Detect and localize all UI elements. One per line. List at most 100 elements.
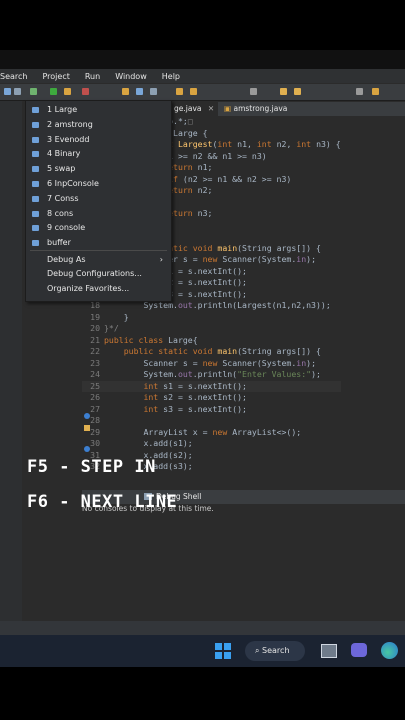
new-class-icon[interactable] — [122, 88, 129, 95]
package-explorer — [0, 101, 22, 621]
back-icon[interactable] — [280, 88, 287, 95]
run-history-item[interactable]: 3 Evenodd — [26, 133, 171, 147]
breakpoint-icon[interactable] — [84, 413, 90, 419]
code-line: 19 } — [82, 312, 341, 324]
code-text: Scanner s = new Scanner(System.in); — [143, 357, 317, 368]
code-line: 23 Scanner s = new Scanner(System.in); — [82, 358, 341, 370]
java-app-icon — [32, 107, 39, 113]
toolbar — [0, 84, 405, 101]
search-icon: ⌕ — [255, 646, 260, 655]
overlay-f6-next-line: F6 - NEXT LINE — [27, 492, 178, 512]
console-view[interactable]: No consoles to display at this time. — [82, 504, 405, 621]
code-text: }*/ — [104, 323, 119, 333]
java-app-icon — [32, 121, 39, 128]
menu-search[interactable]: Search — [0, 72, 27, 81]
run-history-item[interactable]: 5 swap — [26, 162, 171, 176]
menu-help[interactable]: Help — [162, 72, 180, 81]
code-line: 30 x.add(s1); — [82, 438, 341, 450]
java-app-icon — [32, 225, 39, 232]
code-line: 27 int s3 = s.nextInt(); — [82, 404, 341, 416]
run-icon[interactable] — [50, 88, 57, 95]
menu-item-label: 1 Large — [47, 105, 78, 114]
organize-favorites-item[interactable]: Organize Favorites... — [26, 282, 171, 296]
debug-icon[interactable] — [30, 88, 37, 95]
save-icon[interactable] — [14, 88, 21, 95]
menu-item-label: Debug As — [47, 255, 86, 264]
line-number: 24 — [90, 369, 100, 379]
menu-project[interactable]: Project — [42, 72, 69, 81]
menu-item-label: Debug Configurations... — [47, 269, 142, 278]
search-tool-icon[interactable] — [150, 88, 157, 95]
code-line: 28 — [82, 415, 341, 427]
run-history-item[interactable]: 2 amstrong — [26, 118, 171, 132]
code-text: int s1 = s.nextInt(); — [143, 380, 247, 391]
breakpoint-icon[interactable] — [84, 446, 90, 452]
coverage-icon[interactable] — [64, 88, 71, 95]
line-number: 22 — [90, 346, 100, 356]
code-line: 22 public static void main(String args[]… — [82, 346, 341, 358]
java-app-icon — [32, 136, 39, 143]
debug-configurations-item[interactable]: Debug Configurations... — [26, 267, 171, 281]
menu-window[interactable]: Window — [115, 72, 147, 81]
run-history-item[interactable]: buffer — [26, 236, 171, 250]
tab-amstrong[interactable]: ▣ amstrong.java — [220, 102, 291, 116]
close-icon[interactable]: ✕ — [208, 104, 214, 113]
overlay-f5-step-in: F5 - STEP IN — [27, 457, 156, 477]
run-history-item[interactable]: 1 Large — [26, 103, 171, 117]
run-history-item[interactable]: 7 Conss — [26, 192, 171, 206]
debug-as-item[interactable]: Debug As › — [26, 253, 171, 267]
java-app-icon — [32, 151, 39, 158]
menu-item-label: 3 Evenodd — [47, 134, 90, 144]
code-text: ArrayList x = new ArrayList<>(); — [143, 426, 302, 437]
annotation-icon[interactable] — [176, 88, 183, 95]
chat-icon[interactable] — [351, 643, 367, 657]
windows-taskbar: ⌕ Search — [0, 635, 405, 667]
java-perspective-icon[interactable] — [372, 88, 379, 95]
java-app-icon — [32, 210, 39, 217]
new-icon[interactable] — [4, 88, 11, 95]
eclipse-window: Search Project Run Window Help ge.java ✕… — [0, 50, 405, 667]
java-file-icon: ▣ — [224, 104, 232, 113]
line-number: 20 — [90, 323, 100, 333]
search-label: Search — [262, 646, 290, 655]
forward-icon[interactable] — [294, 88, 301, 95]
pin-icon[interactable] — [250, 88, 257, 95]
code-line: 21 public class Large{ — [82, 335, 341, 347]
code-text: } — [123, 311, 129, 322]
run-history-item[interactable]: 9 console — [26, 221, 171, 235]
run-history-item[interactable]: 6 InpConsole — [26, 177, 171, 191]
next-annotation-icon[interactable] — [190, 88, 197, 95]
menu-item-label: 4 Binary — [47, 149, 81, 159]
code-text: System.out.println("Enter Values:"); — [143, 369, 321, 379]
open-type-icon[interactable] — [136, 88, 143, 95]
line-number: 26 — [90, 392, 100, 402]
menu-item-label: 8 cons — [47, 208, 74, 218]
line-number: 21 — [90, 334, 100, 345]
warning-icon — [84, 425, 90, 431]
tab-label: ge.java — [174, 104, 202, 113]
menu-item-label: 7 Conss — [47, 193, 79, 203]
task-view-icon[interactable] — [321, 644, 337, 658]
line-number: 23 — [90, 357, 100, 368]
run-menu: Debug As › Debug Configurations... Organ… — [25, 100, 172, 302]
status-bar — [0, 621, 405, 635]
line-number: 25 — [90, 380, 100, 391]
code-line: 26 int s2 = s.nextInt(); — [82, 392, 341, 404]
run-history-item[interactable]: 4 Binary — [26, 147, 171, 161]
java-app-icon — [32, 166, 39, 173]
menu-run[interactable]: Run — [85, 72, 100, 81]
menu-item-label: 9 console — [47, 223, 86, 233]
menu-bar: Search Project Run Window Help — [0, 69, 405, 83]
line-number: 19 — [90, 311, 100, 322]
perspective-icon[interactable] — [356, 88, 363, 95]
tab-label: amstrong.java — [233, 104, 288, 113]
menu-item-label: 5 swap — [47, 164, 76, 174]
java-app-icon — [32, 181, 39, 187]
run-history-item[interactable]: 8 cons — [26, 207, 171, 221]
edge-icon[interactable] — [381, 642, 398, 659]
chevron-right-icon: › — [159, 255, 163, 264]
code-text: int s3 = s.nextInt(); — [143, 403, 247, 414]
windows-start-icon[interactable] — [215, 643, 231, 659]
taskbar-search[interactable]: ⌕ Search — [245, 641, 305, 661]
external-tools-icon[interactable] — [82, 88, 89, 95]
